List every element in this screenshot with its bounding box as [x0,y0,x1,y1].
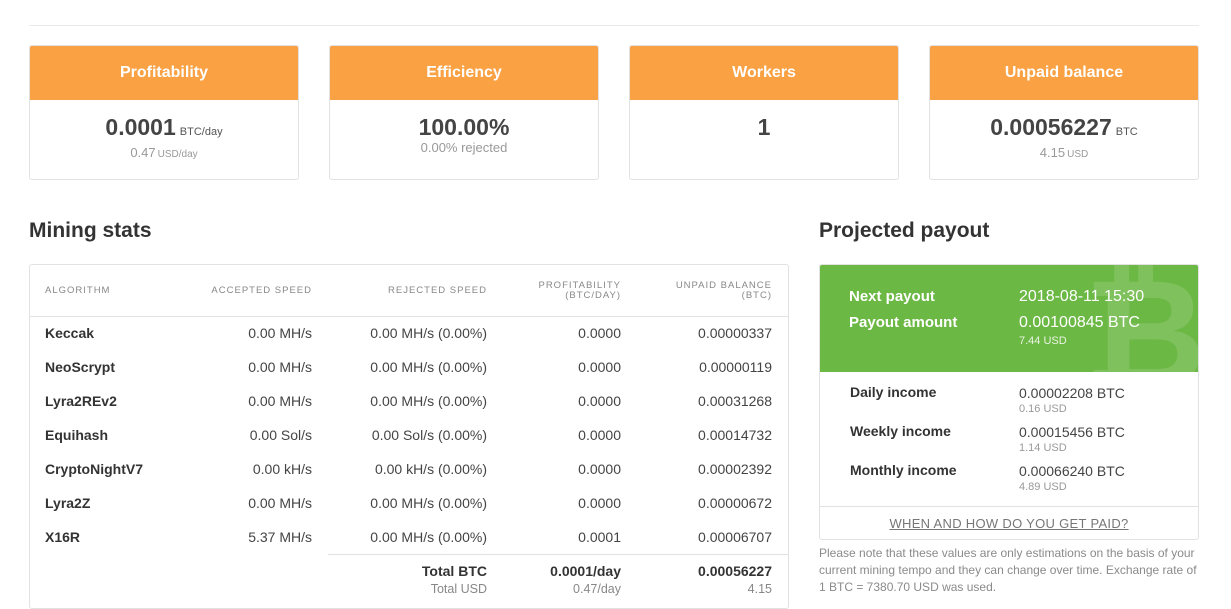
card-title: Workers [630,46,898,100]
workers-card: Workers 1 [629,45,899,180]
algorithm-name: CryptoNightV7 [45,461,143,477]
header-algorithm: ALGORITHM [45,285,111,296]
header-unpaid-balance: UNPAID BALANCE (BTC) [675,280,772,301]
total-btc-label: Total BTC [421,563,487,579]
algorithm-name: Equihash [45,427,109,443]
weekly-income-btc: 0.00015456 BTC [1019,424,1125,440]
rejected-speed: 0.00 MH/s (0.00%) [370,359,487,375]
link-divider [820,506,1198,507]
card-main-value: 0.0001 [105,114,176,140]
table-row: NeoScrypt 0.00 MH/s 0.00 MH/s (0.00%) 0.… [30,350,788,384]
rejected-speed: 0.00 MH/s (0.00%) [370,495,487,511]
unpaid-balance: 0.00006707 [698,529,772,545]
card-main-value: 0.00056227 [990,114,1112,140]
total-usd-profitability: 0.47/day [573,582,621,596]
daily-income-usd: 0.16 USD [1019,403,1067,415]
profitability: 0.0000 [578,359,621,375]
card-sub-unit: USD [1067,149,1089,160]
profitability-card: Profitability 0.0001 BTC/day 0.47 USD/day [29,45,299,180]
profitability: 0.0000 [578,461,621,477]
card-main-unit: BTC/day [179,126,223,138]
total-btc-unpaid: 0.00056227 [698,563,772,579]
header-rejected-speed: REJECTED SPEED [388,285,487,296]
rejected-speed: 0.00 MH/s (0.00%) [370,325,487,341]
unpaid-balance-card: Unpaid balance 0.00056227 BTC 4.15 USD [929,45,1199,180]
payout-amount-value: 0.00100845 BTC [1019,314,1140,331]
algorithm-name: Lyra2REv2 [45,393,117,409]
table-row: Keccak 0.00 MH/s 0.00 MH/s (0.00%) 0.000… [30,316,788,350]
total-usd-label: Total USD [430,582,487,596]
algorithm-name: Keccak [45,325,95,341]
weekly-income-usd: 1.14 USD [1019,442,1067,454]
payout-summary: ₿ Next payout 2018-08-11 15:30 Payout am… [820,265,1198,372]
top-divider [29,25,1199,26]
table-row: CryptoNightV7 0.00 kH/s 0.00 kH/s (0.00%… [30,452,788,486]
accepted-speed: 0.00 MH/s [248,495,312,511]
monthly-income-usd: 4.89 USD [1019,481,1067,493]
accepted-speed: 0.00 Sol/s [249,427,312,443]
unpaid-balance: 0.00002392 [698,461,772,477]
accepted-speed: 5.37 MH/s [248,529,312,545]
card-sub-unit: USD/day [157,149,198,160]
unpaid-balance: 0.00014732 [698,427,772,443]
daily-income-btc: 0.00002208 BTC [1019,385,1125,401]
rejected-speed: 0.00 kH/s (0.00%) [374,461,487,477]
algorithm-name: X16R [45,529,81,545]
rejected-speed: 0.00 MH/s (0.00%) [370,529,487,545]
header-profitability: PROFITABILITY (BTC/DAY) [538,280,621,301]
payout-amount-usd: 7.44 USD [1019,335,1067,347]
summary-cards: Profitability 0.0001 BTC/day 0.47 USD/day … [29,45,1199,180]
efficiency-card: Efficiency 100.00% 0.00% rejected [329,45,599,180]
next-payout-label: Next payout [849,288,935,305]
weekly-income-label: Weekly income [850,423,951,439]
profitability: 0.0000 [578,393,621,409]
unpaid-balance: 0.00000672 [698,495,772,511]
next-payout-value: 2018-08-11 15:30 [1019,288,1145,305]
card-main-unit: BTC [1115,126,1138,138]
card-main-value: 100.00% [418,114,510,140]
total-btc-profitability: 0.0001/day [550,563,621,579]
monthly-income-label: Monthly income [850,462,957,478]
table-row: Equihash 0.00 Sol/s 0.00 Sol/s (0.00%) 0… [30,418,788,452]
daily-income-label: Daily income [850,384,937,400]
card-sub-value: 4.15 [1039,145,1066,160]
rejected-speed: 0.00 Sol/s (0.00%) [371,427,487,443]
payout-amount-label: Payout amount [849,314,958,331]
card-title: Profitability [30,46,298,100]
header-accepted-speed: ACCEPTED SPEED [211,285,312,296]
total-usd-unpaid: 4.15 [747,582,772,596]
algorithm-name: NeoScrypt [45,359,116,375]
accepted-speed: 0.00 kH/s [252,461,312,477]
table-row: X16R 5.37 MH/s 0.00 MH/s (0.00%) 0.0001 … [30,520,788,554]
monthly-income-btc: 0.00066240 BTC [1019,463,1125,479]
profitability: 0.0000 [578,495,621,511]
accepted-speed: 0.00 MH/s [248,325,312,341]
algorithm-name: Lyra2Z [45,495,91,511]
table-row: Lyra2REv2 0.00 MH/s 0.00 MH/s (0.00%) 0.… [30,384,788,418]
unpaid-balance: 0.00031268 [698,393,772,409]
mining-stats-table: ALGORITHM ACCEPTED SPEED REJECTED SPEED … [29,264,789,609]
profitability: 0.0000 [578,427,621,443]
card-main-value: 1 [757,114,771,140]
card-title: Efficiency [330,46,598,100]
rejected-speed: 0.00 MH/s (0.00%) [370,393,487,409]
get-paid-link[interactable]: WHEN AND HOW DO YOU GET PAID? [820,516,1198,531]
projected-payout-panel: ₿ Next payout 2018-08-11 15:30 Payout am… [819,264,1199,540]
card-title: Unpaid balance [930,46,1198,100]
card-sub-value: 0.00% rejected [420,140,508,155]
table-row: Lyra2Z 0.00 MH/s 0.00 MH/s (0.00%) 0.000… [30,486,788,520]
totals-divider [328,554,788,555]
unpaid-balance: 0.00000337 [698,325,772,341]
mining-stats-title: Mining stats [29,219,152,242]
card-sub-value: 0.47 [130,145,156,160]
projected-payout-title: Projected payout [819,219,990,242]
estimation-note: Please note that these values are only e… [819,546,1197,594]
profitability: 0.0001 [578,529,621,545]
profitability: 0.0000 [578,325,621,341]
unpaid-balance: 0.00000119 [699,359,772,375]
accepted-speed: 0.00 MH/s [248,393,312,409]
accepted-speed: 0.00 MH/s [248,359,312,375]
